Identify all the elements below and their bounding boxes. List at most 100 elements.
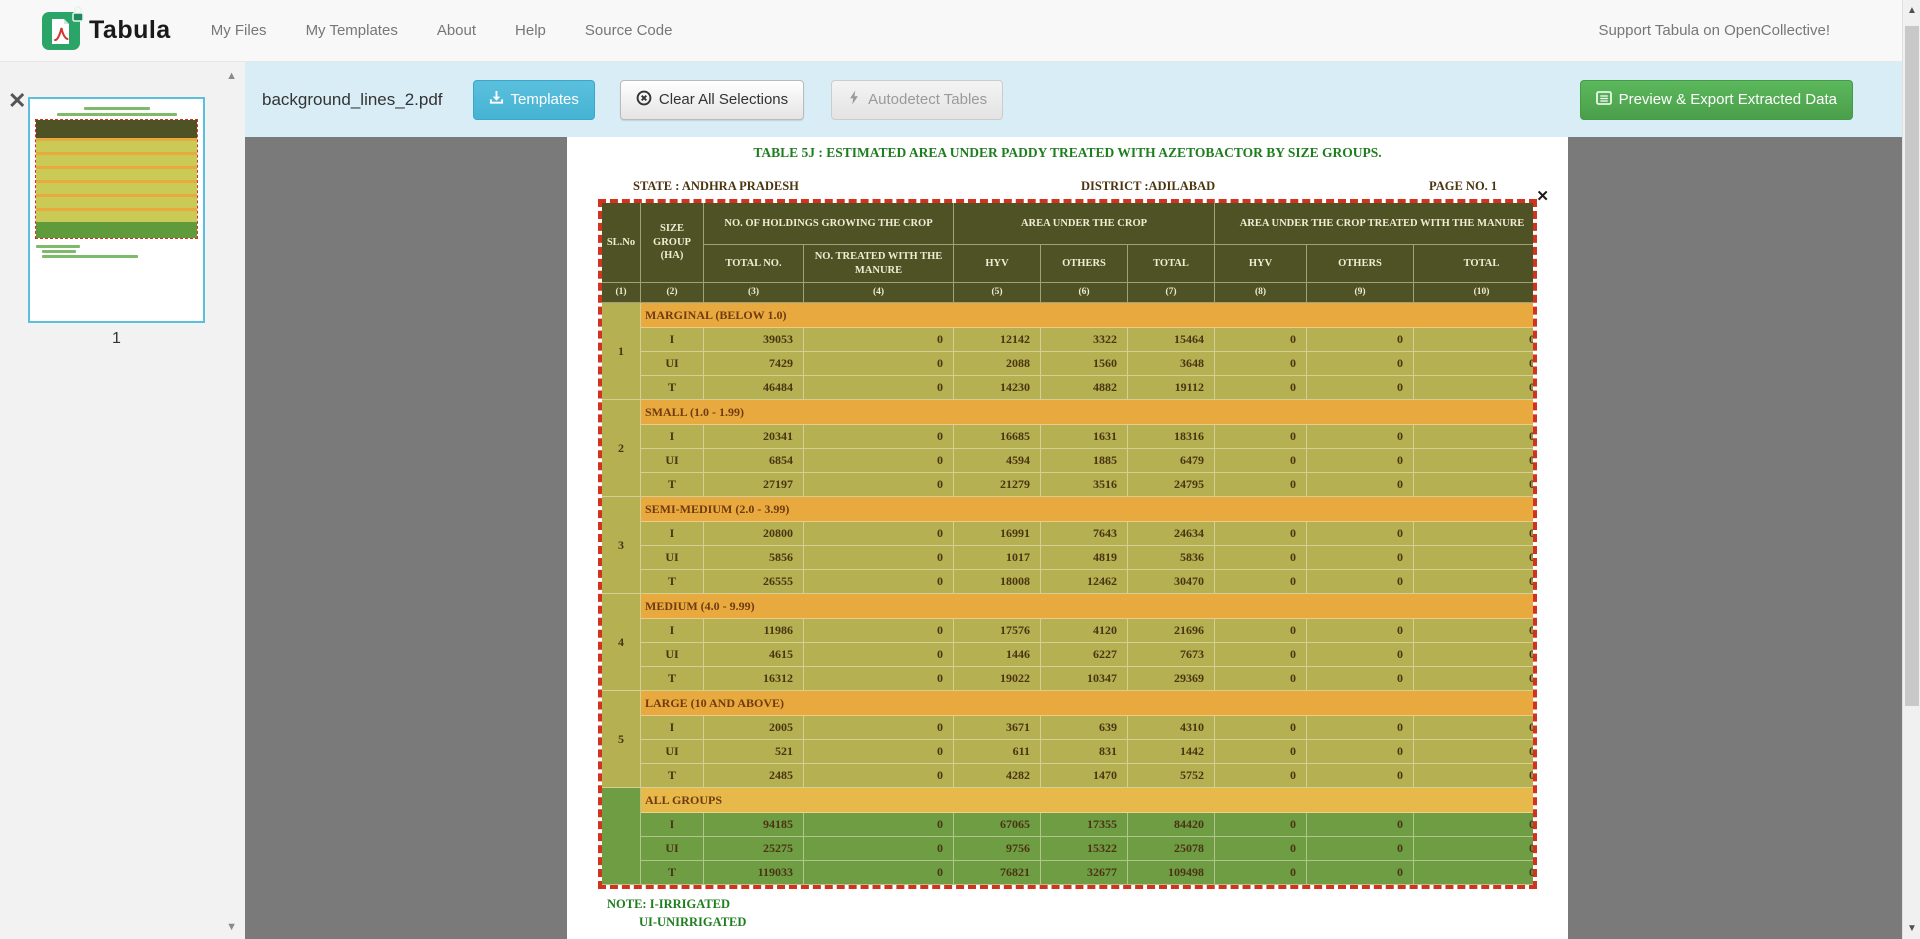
value-cell: 0 (1215, 861, 1307, 885)
value-cell: 0 (1414, 619, 1533, 643)
value-cell: 0 (804, 473, 954, 497)
thumb-title-line (84, 107, 150, 110)
clear-selections-button-label: Clear All Selections (659, 91, 788, 108)
value-cell: 0 (1215, 643, 1307, 667)
support-link[interactable]: Support Tabula on OpenCollective! (1598, 22, 1830, 39)
value-cell: 611 (954, 740, 1041, 764)
nav-item-my-templates[interactable]: My Templates (306, 22, 398, 39)
flash-icon (847, 90, 861, 109)
header-col-number: (10) (1414, 283, 1533, 303)
clear-selections-button[interactable]: Clear All Selections (620, 80, 804, 120)
value-cell: 0 (1307, 667, 1414, 691)
pdf-viewer: TABLE 5J : ESTIMATED AREA UNDER PADDY TR… (245, 137, 1902, 939)
value-cell: 9756 (954, 837, 1041, 861)
nav-item-about[interactable]: About (437, 22, 476, 39)
group-header-band: MEDIUM (4.0 - 9.99) (641, 594, 1533, 619)
value-cell: 0 (1307, 813, 1414, 837)
nav-item-my-files[interactable]: My Files (211, 22, 267, 39)
value-cell: 0 (1307, 740, 1414, 764)
document-title: TABLE 5J : ESTIMATED AREA UNDER PADDY TR… (567, 145, 1568, 161)
value-cell: 5836 (1128, 546, 1215, 570)
header-col-number: (8) (1215, 283, 1307, 303)
value-cell: 3648 (1128, 352, 1215, 376)
value-cell: 0 (1414, 813, 1533, 837)
selection-box[interactable]: SL.NoSIZE GROUP (HA)NO. OF HOLDINGS GROW… (598, 199, 1537, 889)
window-scrollbar[interactable]: ▲ ▼ (1902, 0, 1920, 939)
value-cell: 16685 (954, 425, 1041, 449)
value-cell: 0 (1215, 473, 1307, 497)
row-type-cell: UI (641, 449, 704, 473)
value-cell: 0 (804, 449, 954, 473)
autodetect-tables-button[interactable]: Autodetect Tables (831, 80, 1003, 120)
brand-link[interactable]: Tabula (42, 12, 171, 50)
value-cell: 639 (1041, 716, 1128, 740)
autodetect-tables-button-label: Autodetect Tables (868, 91, 987, 108)
value-cell: 0 (1414, 352, 1533, 376)
row-type-cell: UI (641, 352, 704, 376)
row-type-cell: I (641, 328, 704, 352)
header-col-number: (7) (1128, 283, 1215, 303)
value-cell: 0 (1215, 328, 1307, 352)
templates-button[interactable]: Templates (473, 80, 595, 120)
row-type-cell: T (641, 376, 704, 400)
value-cell: 24634 (1128, 522, 1215, 546)
document-note-1: NOTE: I-IRRIGATED (607, 897, 730, 912)
value-cell: 0 (1307, 716, 1414, 740)
scrollbar-up-icon[interactable]: ▲ (1907, 5, 1917, 16)
nav-item-help[interactable]: Help (515, 22, 546, 39)
header-col-number: (1) (602, 283, 641, 303)
group-slno-cell: 5 (602, 691, 641, 788)
sidebar-scroll-up-icon[interactable]: ▲ (226, 70, 237, 82)
value-cell: 0 (1307, 522, 1414, 546)
value-cell: 0 (1307, 643, 1414, 667)
preview-export-button[interactable]: Preview & Export Extracted Data (1580, 80, 1853, 120)
row-type-cell: I (641, 522, 704, 546)
value-cell: 15464 (1128, 328, 1215, 352)
remove-file-icon[interactable]: ✕ (8, 90, 26, 112)
selection-close-icon[interactable]: ✕ (1536, 187, 1549, 205)
value-cell: 15322 (1041, 837, 1128, 861)
value-cell: 12462 (1041, 570, 1128, 594)
scrollbar-down-icon[interactable]: ▼ (1907, 923, 1917, 934)
value-cell: 0 (1307, 376, 1414, 400)
value-cell: 0 (1414, 740, 1533, 764)
value-cell: 0 (804, 328, 954, 352)
nav-item-source-code[interactable]: Source Code (585, 22, 673, 39)
value-cell: 0 (1414, 376, 1533, 400)
page-thumbnail[interactable] (28, 97, 205, 323)
value-cell: 521 (704, 740, 804, 764)
value-cell: 30470 (1128, 570, 1215, 594)
sidebar-scroll-down-icon[interactable]: ▼ (226, 921, 237, 933)
row-type-cell: T (641, 667, 704, 691)
top-navbar: Tabula My Files My Templates About Help … (0, 0, 1920, 62)
thumb-table-header (36, 120, 197, 138)
value-cell: 0 (1215, 716, 1307, 740)
header-col-number: (5) (954, 283, 1041, 303)
value-cell: 0 (1307, 837, 1414, 861)
scrollbar-thumb[interactable] (1905, 26, 1919, 706)
value-cell: 0 (1414, 522, 1533, 546)
toolbar: background_lines_2.pdf Templates (245, 62, 1902, 137)
value-cell: 0 (1414, 473, 1533, 497)
value-cell: 0 (804, 861, 954, 885)
row-type-cell: I (641, 716, 704, 740)
value-cell: 1885 (1041, 449, 1128, 473)
header-sub: OTHERS (1041, 245, 1128, 283)
value-cell: 0 (804, 667, 954, 691)
lock-icon (71, 5, 85, 27)
value-cell: 20341 (704, 425, 804, 449)
header-slno: SL.No (602, 203, 641, 283)
value-cell: 0 (1414, 425, 1533, 449)
value-cell: 0 (1215, 619, 1307, 643)
header-group: AREA UNDER THE CROP (954, 203, 1215, 245)
templates-button-label: Templates (511, 91, 579, 108)
value-cell: 0 (1414, 861, 1533, 885)
pdf-page[interactable]: TABLE 5J : ESTIMATED AREA UNDER PADDY TR… (567, 137, 1568, 939)
value-cell: 94185 (704, 813, 804, 837)
value-cell: 11986 (704, 619, 804, 643)
value-cell: 0 (1215, 764, 1307, 788)
value-cell: 27197 (704, 473, 804, 497)
group-header-band: MARGINAL (BELOW 1.0) (641, 303, 1533, 328)
value-cell: 39053 (704, 328, 804, 352)
row-type-cell: T (641, 764, 704, 788)
